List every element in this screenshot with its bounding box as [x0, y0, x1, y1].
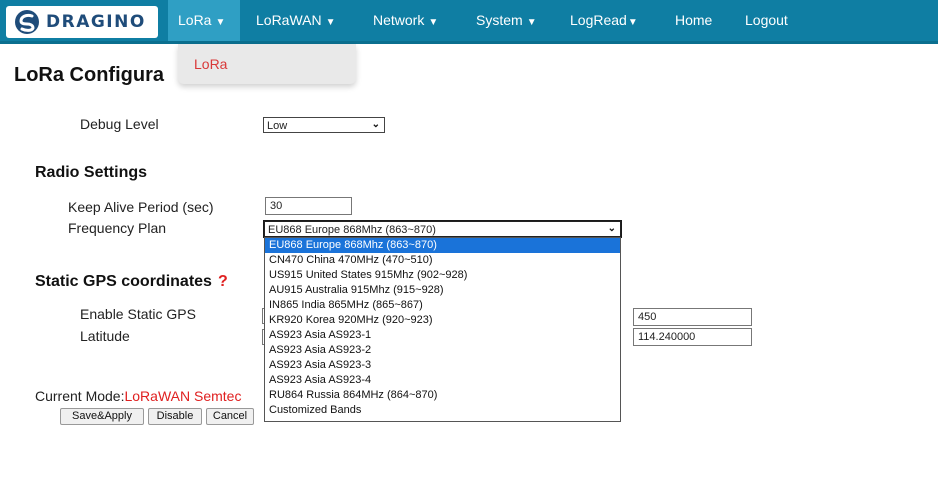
frequency-option[interactable]: RU864 Russia 864MHz (864~870) — [265, 388, 620, 403]
frequency-option[interactable]: Customized Bands — [265, 403, 620, 418]
nav-system-label: System — [476, 12, 523, 28]
lora-menu-dropdown: LoRa — [178, 44, 356, 84]
brand-logo[interactable]: DRAGINO — [6, 6, 158, 38]
page-title: LoRa Configura — [14, 64, 164, 86]
frequency-plan-listbox: EU868 Europe 868Mhz (863~870) CN470 Chin… — [264, 237, 621, 422]
nav-logout[interactable]: Logout — [745, 0, 788, 41]
menu-item-lora[interactable]: LoRa — [194, 56, 227, 72]
frequency-option[interactable]: AU915 Australia 915Mhz (915~928) — [265, 283, 620, 298]
current-mode-label: Current Mode: — [35, 388, 125, 404]
nav-lora[interactable]: LoRa ▼ — [168, 0, 240, 41]
debug-level-select[interactable]: Low ⌄ — [263, 117, 385, 133]
cancel-button[interactable]: Cancel — [206, 408, 254, 425]
current-mode: Current Mode:LoRaWAN Semtec — [35, 388, 241, 404]
chevron-down-icon: ▼ — [627, 17, 638, 28]
chevron-down-icon: ▼ — [526, 17, 537, 28]
chevron-down-icon: ▼ — [428, 17, 439, 28]
chevron-down-icon: ⌄ — [371, 119, 380, 130]
altitude-input[interactable]: 450 — [633, 308, 752, 326]
frequency-option[interactable]: AS923 Asia AS923-1 — [265, 328, 620, 343]
save-apply-button[interactable]: Save&Apply — [60, 408, 144, 425]
nav-lorawan-label: LoRaWAN — [256, 12, 322, 28]
chevron-down-icon: ⌄ — [607, 223, 616, 234]
debug-level-value: Low — [267, 120, 288, 132]
latitude-label: Latitude — [80, 328, 130, 344]
frequency-option[interactable]: KR920 Korea 920MHz (920~923) — [265, 313, 620, 328]
frequency-option[interactable]: AS923 Asia AS923-2 — [265, 343, 620, 358]
nav-lora-label: LoRa — [178, 12, 212, 28]
nav-network-label: Network — [373, 12, 425, 28]
chevron-down-icon: ▼ — [325, 17, 336, 28]
static-gps-heading-text: Static GPS coordinates — [35, 273, 212, 290]
navbar-shadow — [0, 41, 938, 44]
nav-lorawan[interactable]: LoRaWAN ▼ — [256, 0, 336, 41]
brand-name: DRAGINO — [46, 12, 146, 32]
frequency-option[interactable]: IN865 India 865MHz (865~867) — [265, 298, 620, 313]
nav-system[interactable]: System ▼ — [476, 0, 537, 41]
static-gps-heading: Static GPS coordinates? — [35, 273, 228, 291]
frequency-plan-select[interactable]: EU868 Europe 868Mhz (863~870) ⌄ — [263, 220, 622, 238]
enable-static-gps-label: Enable Static GPS — [80, 306, 196, 322]
help-icon[interactable]: ? — [218, 273, 228, 290]
nav-home[interactable]: Home — [675, 0, 712, 41]
nav-network[interactable]: Network ▼ — [373, 0, 438, 41]
frequency-option[interactable]: AS923 Asia AS923-3 — [265, 358, 620, 373]
current-mode-value: LoRaWAN Semtec — [124, 388, 242, 404]
frequency-option[interactable]: CN470 China 470MHz (470~510) — [265, 253, 620, 268]
frequency-option[interactable]: AS923 Asia AS923-4 — [265, 373, 620, 388]
longitude-input[interactable]: 114.240000 — [633, 328, 752, 346]
keepalive-input[interactable]: 30 — [265, 197, 352, 215]
dragino-logo-icon — [15, 10, 39, 34]
frequency-plan-value: EU868 Europe 868Mhz (863~870) — [268, 224, 436, 236]
nav-logread[interactable]: LogRead▼ — [570, 0, 638, 41]
debug-level-label: Debug Level — [80, 116, 159, 132]
nav-logread-label: LogRead — [570, 12, 627, 28]
frequency-option[interactable]: EU868 Europe 868Mhz (863~870) — [265, 238, 620, 253]
radio-settings-heading: Radio Settings — [35, 164, 148, 181]
chevron-down-icon: ▼ — [215, 17, 226, 28]
keepalive-label: Keep Alive Period (sec) — [68, 199, 214, 215]
disable-button[interactable]: Disable — [148, 408, 202, 425]
top-navbar: DRAGINO LoRa ▼ LoRaWAN ▼ Network ▼ System ▼ … — [0, 0, 938, 44]
frequency-plan-label: Frequency Plan — [68, 220, 167, 236]
frequency-option[interactable]: US915 United States 915Mhz (902~928) — [265, 268, 620, 283]
